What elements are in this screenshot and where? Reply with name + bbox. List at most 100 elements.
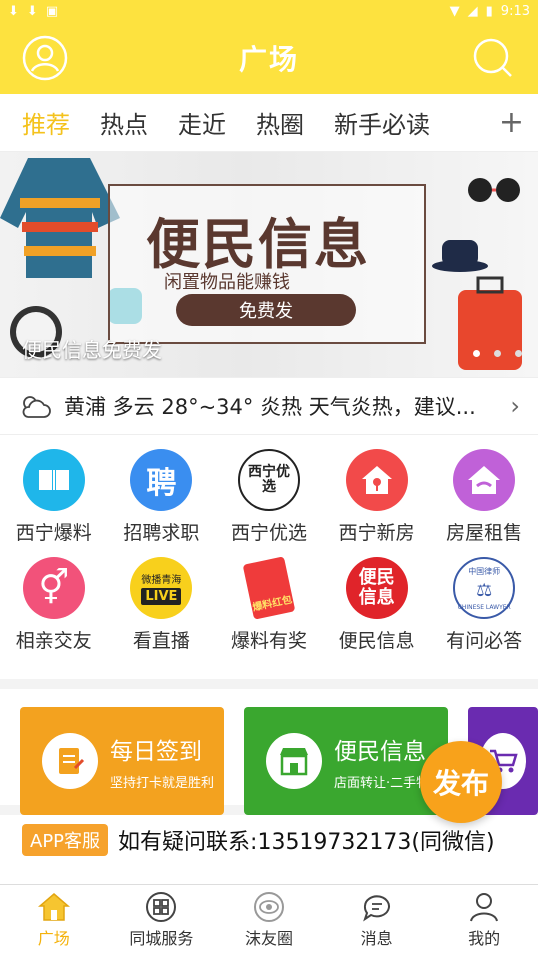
grid-label: 西宁优选 (230, 522, 307, 544)
book-icon (22, 449, 85, 511)
search-icon (473, 38, 512, 77)
search-button[interactable] (470, 35, 516, 81)
nav-label: 我的 (468, 928, 501, 948)
grid-label: 看直播 (132, 630, 190, 652)
tab-hot-circle[interactable]: 热圈 (256, 105, 304, 140)
nav-city-services[interactable]: 同城服务 (108, 885, 216, 954)
grid-item-xining-youxuan[interactable]: 西宁优选 西宁优选 (215, 449, 323, 557)
lawyer-badge-icon: 中国律师 ⚖ CHINESE LAWYER (453, 557, 516, 619)
nav-messages[interactable]: 消息 (323, 885, 431, 954)
grid-label: 西宁新房 (338, 522, 415, 544)
grid-item-live[interactable]: 微播青海 LIVE 看直播 (108, 557, 216, 665)
system-icons: ▼ ◢ ▮ 9:13 (450, 4, 530, 19)
grid-label: 爆料有奖 (230, 630, 307, 652)
weather-bar[interactable]: 黄浦 多云 28°~34° 炎热 天气炎热，建议... › (0, 377, 538, 435)
nav-friends-circle[interactable]: 沫友圈 (215, 885, 323, 954)
red-envelope-text: 爆料红包 (242, 556, 296, 620)
shop-icon (266, 733, 322, 789)
hat-image (432, 240, 488, 272)
grid-item-qa[interactable]: 中国律师 ⚖ CHINESE LAWYER 有问必答 (430, 557, 538, 665)
grid-item-dating[interactable]: ⚥ 相亲交友 (0, 557, 108, 665)
grid-label: 西宁爆料 (15, 522, 92, 544)
service-grid: 西宁爆料 聘 招聘求职 西宁优选 西宁优选 西宁新房 房屋租售 ⚥ 相亲交友 微… (0, 435, 538, 665)
grid-label: 招聘求职 (123, 522, 200, 544)
grid-item-jobs[interactable]: 聘 招聘求职 (108, 449, 216, 557)
bottom-navigation: 广场 同城服务 沫友圈 消息 我的 (0, 884, 538, 954)
sweater-image (0, 158, 120, 278)
user-icon (22, 35, 68, 81)
home-icon (37, 892, 70, 921)
banner-caption: 便民信息免费发 (22, 338, 162, 362)
carousel-dot[interactable] (473, 350, 480, 357)
grid-label: 有问必答 (446, 630, 523, 652)
carousel-dot[interactable] (515, 350, 522, 357)
card-title: 每日签到 (110, 738, 202, 765)
scales-icon: ⚖ (476, 579, 493, 601)
card-daily-checkin[interactable]: 每日签到 坚持打卡就是胜利 (20, 707, 224, 815)
youxuan-logo-icon: 西宁优选 (237, 449, 300, 511)
hire-icon: 聘 (130, 449, 193, 511)
checkin-icon (42, 733, 98, 789)
tab-hot[interactable]: 热点 (100, 105, 148, 140)
nav-plaza[interactable]: 广场 (0, 885, 108, 954)
suitcase-image (458, 276, 522, 370)
cloud-sun-icon (22, 396, 51, 418)
status-time: 9:13 (500, 3, 530, 19)
house-key-icon (345, 449, 408, 511)
nav-label: 消息 (360, 928, 393, 948)
profile-button[interactable] (22, 35, 68, 81)
notification-icons: ⬇ ⬇ ▣ (8, 4, 58, 19)
app-header: 广场 (0, 22, 538, 94)
tab-recommend[interactable]: 推荐 (22, 105, 70, 140)
app-service-badge: APP客服 (22, 824, 109, 856)
grid-label: 相亲交友 (15, 630, 92, 652)
category-tabs: 推荐 热点 走近 热圈 新手必读 + (0, 94, 538, 152)
status-bar: ⬇ ⬇ ▣ ▼ ◢ ▮ 9:13 (0, 0, 538, 22)
grid-item-housing-rent-sale[interactable]: 房屋租售 (430, 449, 538, 557)
card-subtitle: 坚持打卡就是胜利 (110, 775, 215, 791)
carousel-dots (473, 350, 522, 357)
tab-closer[interactable]: 走近 (178, 105, 226, 140)
card-convenience-info[interactable]: 便民信息 店面转让·二手物品 (244, 707, 448, 815)
grid-item-xining-report[interactable]: 西宁爆料 (0, 449, 108, 557)
nav-me[interactable]: 我的 (430, 885, 538, 954)
contact-text: 如有疑问联系:13519732173(同微信) (118, 830, 495, 855)
feature-cards: 每日签到 坚持打卡就是胜利 便民信息 店面转让·二手物品 发布 (0, 679, 538, 823)
grid-label: 便民信息 (338, 630, 415, 652)
download-icon: ⬇ (8, 3, 19, 19)
grid-label: 房屋租售 (446, 522, 523, 544)
person-icon (470, 892, 499, 921)
publish-button[interactable]: 发布 (420, 741, 502, 823)
circle-eye-icon (253, 891, 284, 922)
lawyer-badge-text: CHINESE LAWYER (457, 603, 511, 611)
sunglasses-image (468, 178, 520, 202)
bianmin-icon: 便民信息 (345, 557, 408, 619)
nav-label: 沫友圈 (244, 928, 293, 948)
banner-free-post-button[interactable]: 免费发 (176, 294, 356, 326)
app-notification-icon: ▣ (45, 3, 59, 19)
signal-icon: ◢ (467, 3, 478, 19)
red-envelope-icon: 爆料红包 (238, 556, 300, 620)
grid-item-convenience-info[interactable]: 便民信息 便民信息 (323, 557, 431, 665)
banner-subtitle: 闲置物品能赚钱 (164, 272, 290, 293)
nav-label: 同城服务 (129, 928, 194, 948)
battery-icon: ▮ (485, 3, 493, 19)
download-icon: ⬇ (26, 3, 38, 19)
grid-item-report-reward[interactable]: 爆料红包 爆料有奖 (215, 556, 323, 665)
wifi-icon: ▼ (449, 3, 460, 19)
weather-text: 黄浦 多云 28°~34° 炎热 天气炎热，建议... (64, 395, 476, 419)
lawyer-badge-top-text: 中国律师 (468, 566, 501, 576)
page-title: 广场 (238, 43, 299, 76)
chat-bubble-icon (362, 894, 390, 921)
house-handshake-icon (453, 449, 516, 511)
live-icon: 微播青海 LIVE (130, 557, 193, 619)
tab-newbie[interactable]: 新手必读 (334, 105, 430, 140)
grid-apps-icon (146, 891, 177, 922)
promo-banner[interactable]: 便民信息 闲置物品能赚钱 免费发 便民信息免费发 (0, 152, 538, 377)
carousel-dot[interactable] (494, 350, 501, 357)
add-tab-button[interactable]: + (499, 105, 524, 140)
chevron-right-icon: › (510, 392, 520, 420)
live-icon-top-text: 微播青海 (141, 575, 182, 586)
live-icon-text: LIVE (141, 588, 182, 605)
grid-item-new-homes[interactable]: 西宁新房 (323, 449, 431, 557)
